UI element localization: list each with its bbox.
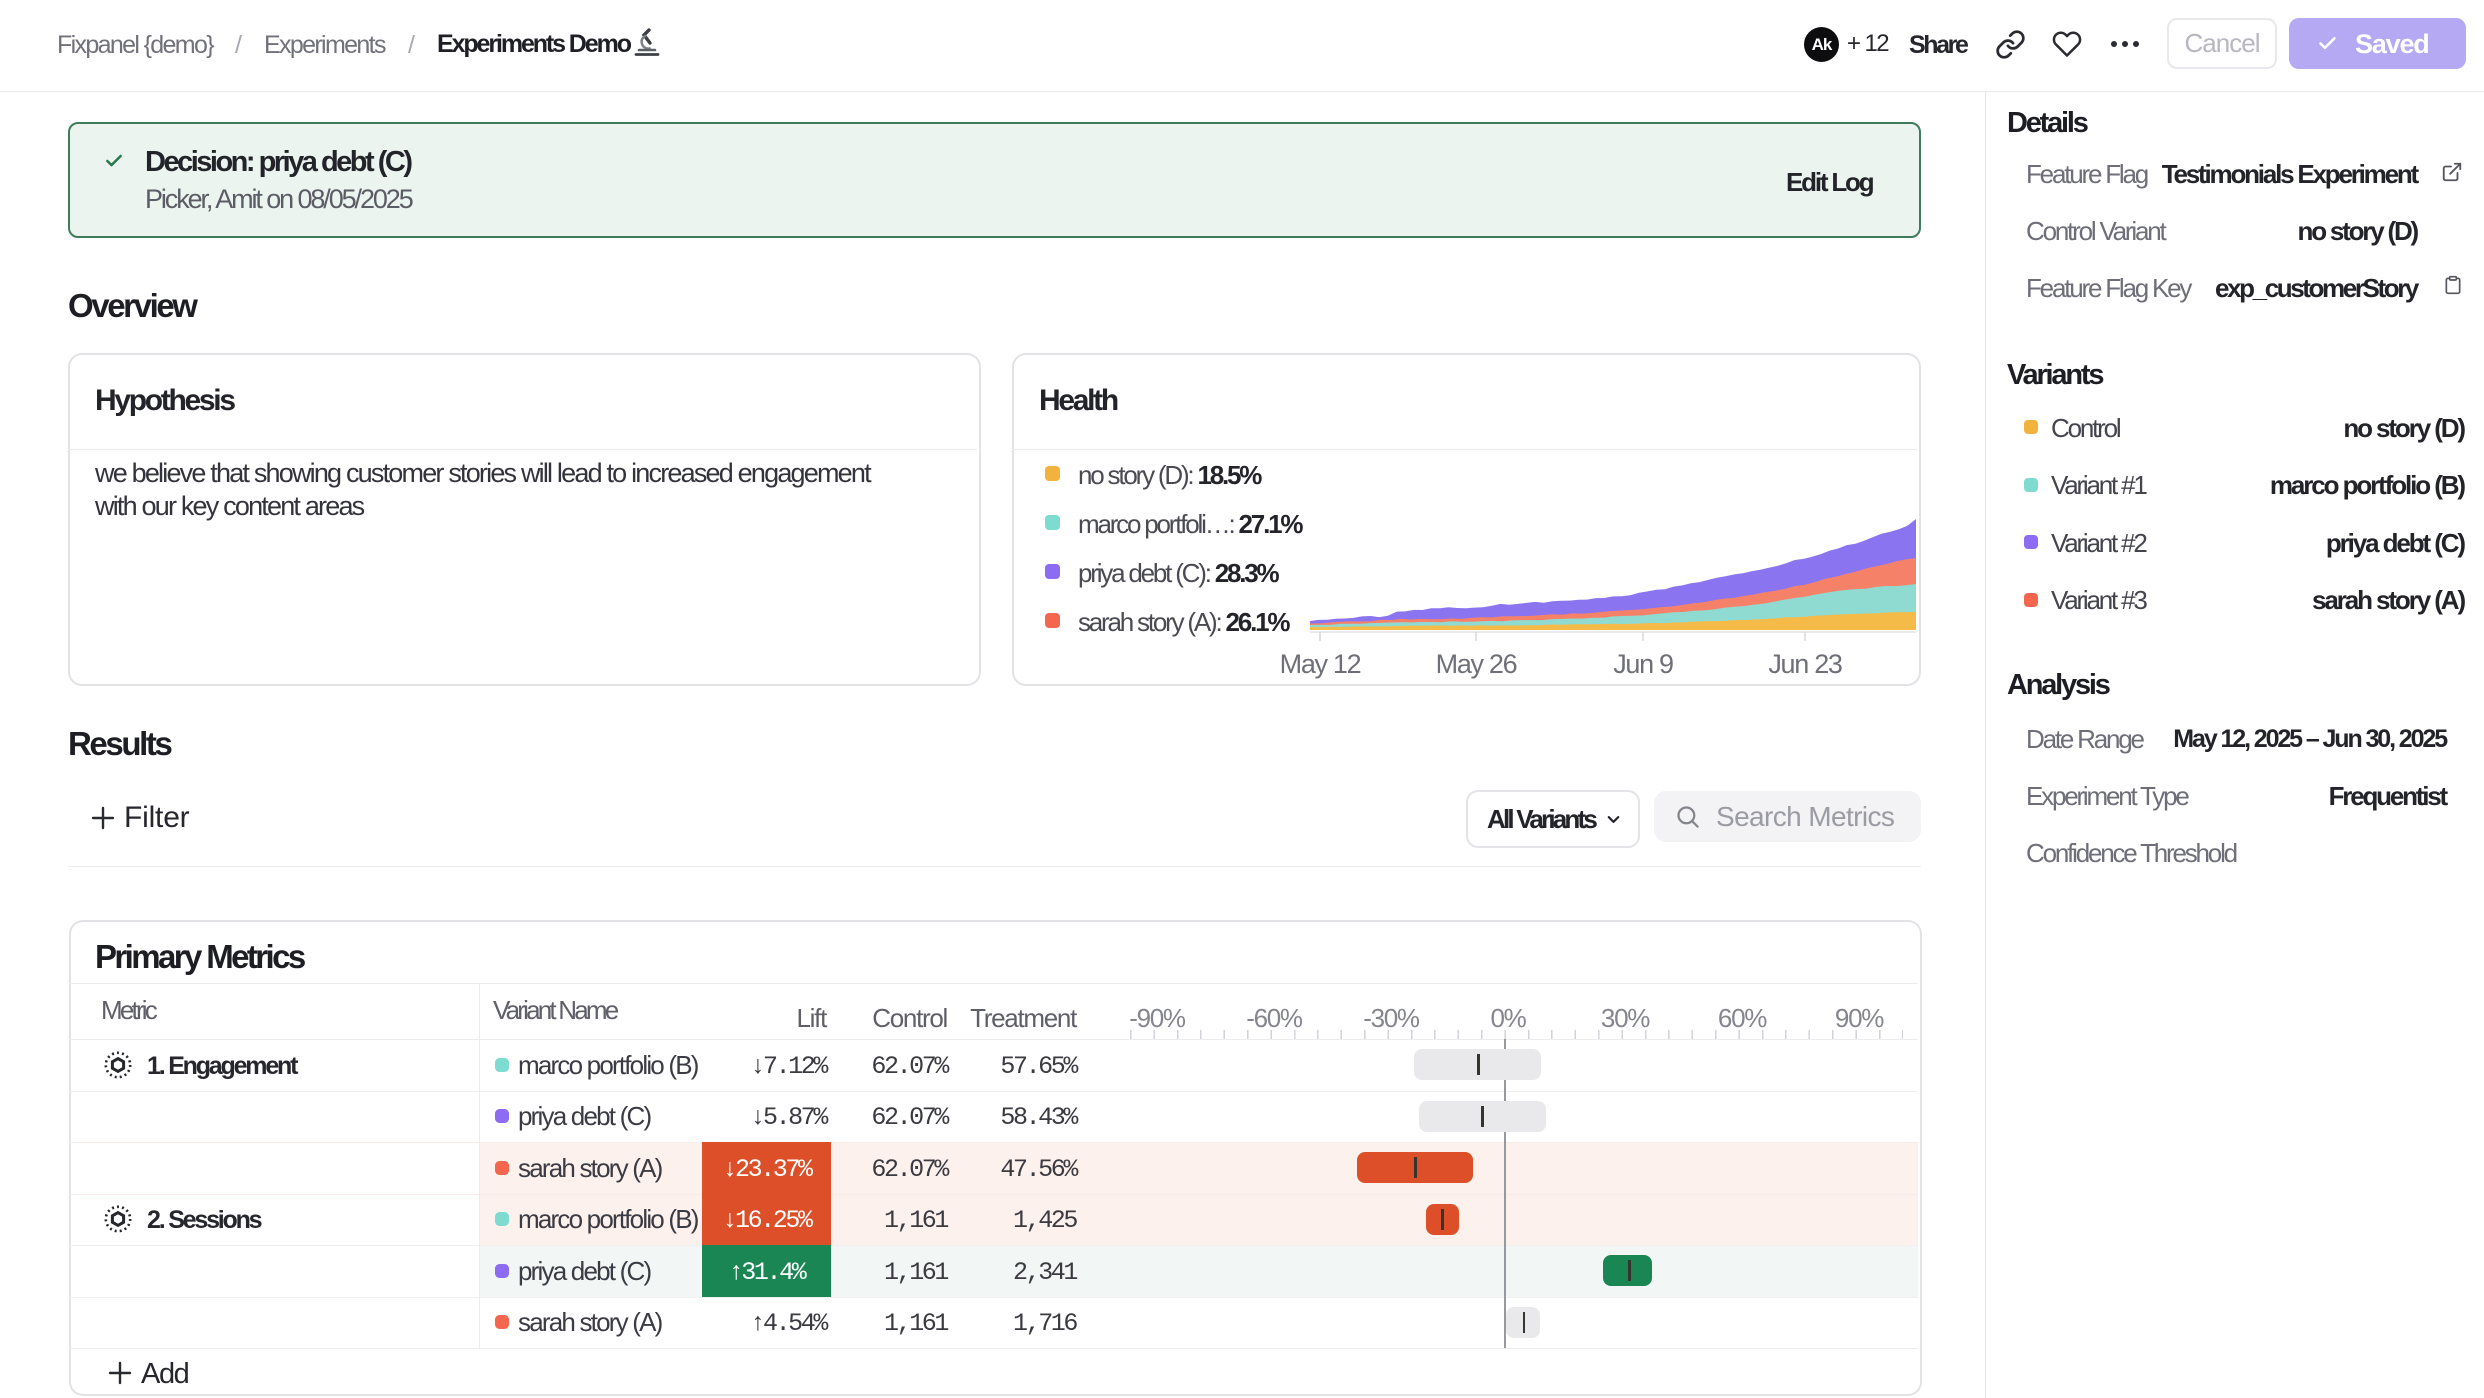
svg-text:May 26: May 26	[1436, 649, 1517, 679]
svg-text:Jun 23: Jun 23	[1768, 649, 1842, 679]
svg-text:Jun 9: Jun 9	[1613, 649, 1673, 679]
svg-text:May 12: May 12	[1280, 649, 1361, 679]
